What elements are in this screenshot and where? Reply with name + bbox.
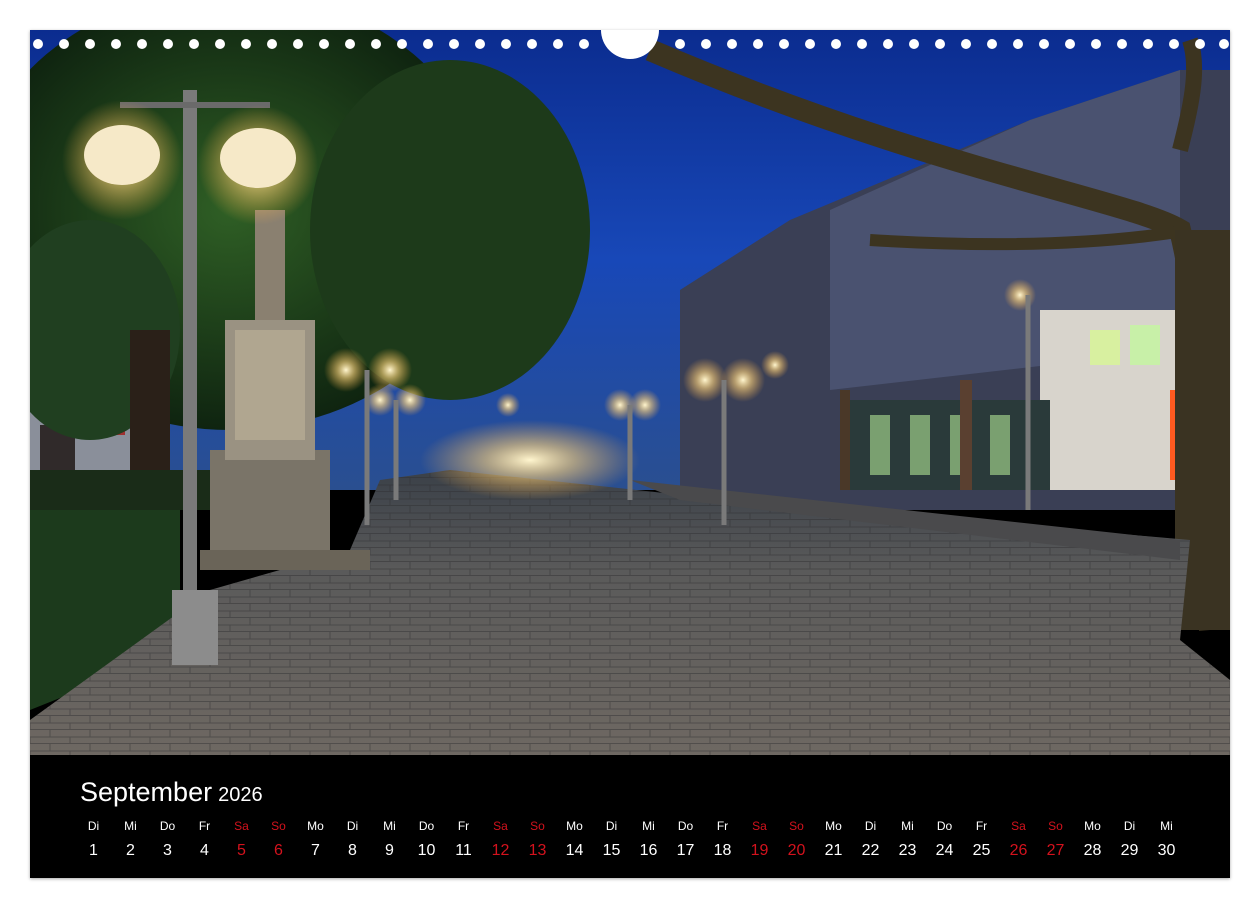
weekday-label: Do [677,819,694,833]
weekday-label: Di [346,819,359,833]
day-column: Di 8 [334,819,371,863]
day-number: 4 [200,842,209,859]
day-column: So 20 [778,819,815,863]
day-column: Sa 19 [741,819,778,863]
day-column: Sa 26 [1000,819,1037,863]
day-number: 20 [787,842,806,859]
month-title: September 2026 [80,777,263,808]
day-number: 5 [237,842,246,859]
day-column: Di 1 [75,819,112,863]
wall-calendar-page: September 2026 Di 1 Mi 2 Do 3 Fr 4 Sa 5 So 6 Mo 7 Di 8 Mi… [30,30,1230,878]
month-name: September [80,777,213,807]
day-number: 14 [565,842,584,859]
day-number: 17 [676,842,695,859]
weekday-label: Mi [642,819,655,833]
weekday-label: Fr [457,819,470,833]
day-column: Mi 9 [371,819,408,863]
day-column: Do 10 [408,819,445,863]
day-column: So 6 [260,819,297,863]
day-number: 25 [972,842,991,859]
day-number: 3 [163,842,172,859]
day-column: Fr 18 [704,819,741,863]
day-number: 10 [417,842,436,859]
day-column: Di 29 [1111,819,1148,863]
day-number: 27 [1046,842,1065,859]
day-column: Fr 25 [963,819,1000,863]
weekday-label: Mo [307,819,324,833]
day-column: Mi 30 [1148,819,1185,863]
weekday-label: So [530,819,545,833]
day-grid: Di 1 Mi 2 Do 3 Fr 4 Sa 5 So 6 Mo 7 Di 8 Mi 9 Do 10 Fr 11 Sa 12 S… [75,819,1185,867]
day-column: So 13 [519,819,556,863]
day-column: Fr 11 [445,819,482,863]
day-number: 2 [126,842,135,859]
calendar-photo [30,30,1230,755]
weekday-label: Di [1123,819,1136,833]
day-column: Mo 28 [1074,819,1111,863]
weekday-label: So [271,819,286,833]
day-number: 26 [1009,842,1028,859]
day-column: Mi 23 [889,819,926,863]
day-number: 23 [898,842,917,859]
day-column: Do 17 [667,819,704,863]
day-number: 8 [348,842,357,859]
weekday-label: Mi [124,819,137,833]
day-column: Mo 14 [556,819,593,863]
day-number: 6 [274,842,283,859]
day-column: Sa 12 [482,819,519,863]
day-number: 28 [1083,842,1102,859]
day-column: Mi 16 [630,819,667,863]
day-column: Sa 5 [223,819,260,863]
weekday-label: Mi [383,819,396,833]
spiral-binding [33,30,1229,59]
weekday-label: So [789,819,804,833]
day-column: Do 3 [149,819,186,863]
weekday-label: Mo [825,819,842,833]
day-number: 18 [713,842,732,859]
weekday-label: Sa [493,819,508,833]
day-column: Mo 21 [815,819,852,863]
weekday-label: Di [605,819,618,833]
day-number: 24 [935,842,954,859]
day-number: 22 [861,842,880,859]
weekday-label: Do [159,819,176,833]
day-column: Do 24 [926,819,963,863]
weekday-label: Mo [1084,819,1101,833]
weekday-label: Do [936,819,953,833]
day-number: 21 [824,842,843,859]
day-number: 11 [455,842,472,859]
weekday-label: Fr [716,819,729,833]
day-column: Mo 7 [297,819,334,863]
day-number: 13 [528,842,547,859]
day-column: Di 15 [593,819,630,863]
weekday-label: Sa [234,819,249,833]
calendar-grid-area: September 2026 Di 1 Mi 2 Do 3 Fr 4 Sa 5 So 6 Mo 7 Di 8 Mi… [30,755,1230,878]
day-number: 9 [385,842,394,859]
weekday-label: Mo [566,819,583,833]
weekday-label: So [1048,819,1063,833]
day-number: 30 [1157,842,1176,859]
weekday-label: Fr [975,819,988,833]
weekday-label: Di [864,819,877,833]
day-column: So 27 [1037,819,1074,863]
day-number: 1 [89,842,98,859]
day-number: 16 [639,842,658,859]
day-column: Fr 4 [186,819,223,863]
weekday-label: Mi [901,819,914,833]
day-number: 29 [1120,842,1139,859]
weekday-label: Sa [1011,819,1026,833]
weekday-label: Do [418,819,435,833]
day-number: 19 [750,842,769,859]
day-number: 15 [602,842,621,859]
year-label: 2026 [218,784,263,806]
day-number: 12 [491,842,510,859]
day-number: 7 [311,842,320,859]
day-column: Di 22 [852,819,889,863]
day-column: Mi 2 [112,819,149,863]
weekday-label: Di [87,819,100,833]
weekday-label: Sa [752,819,767,833]
weekday-label: Mi [1160,819,1173,833]
weekday-label: Fr [198,819,211,833]
